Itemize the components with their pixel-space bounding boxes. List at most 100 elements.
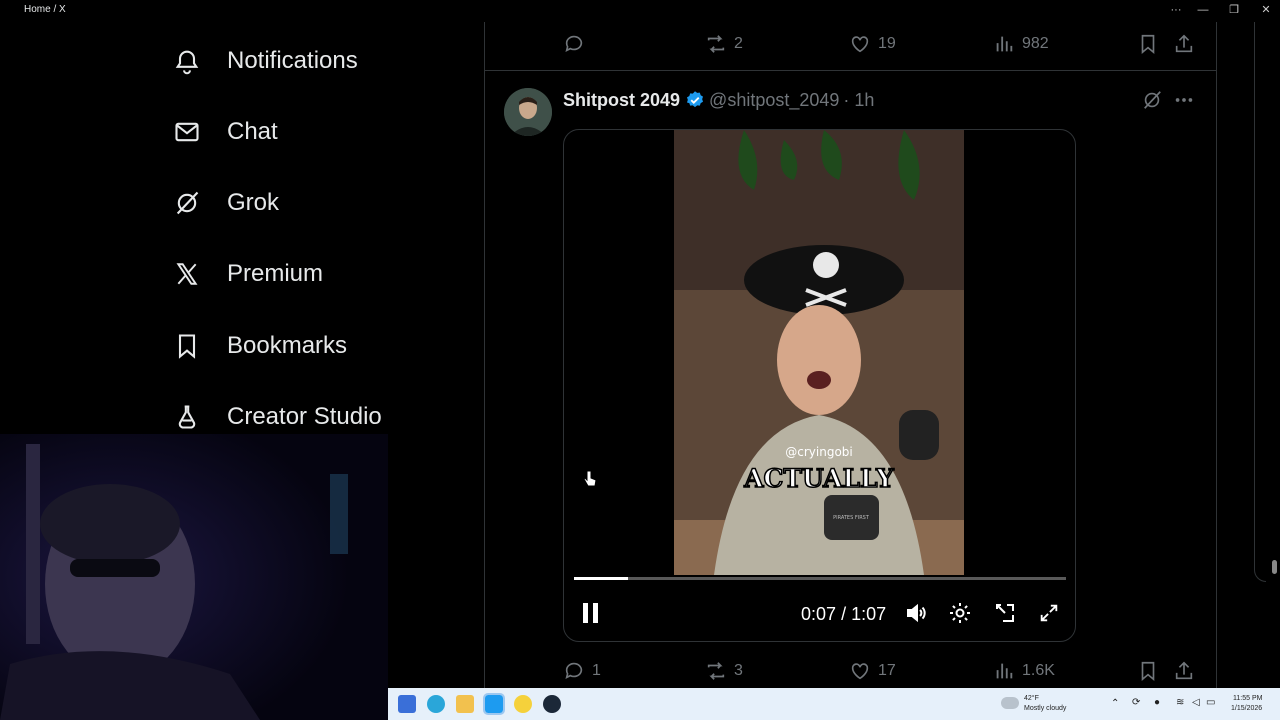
post-time[interactable]: · 1h [843,90,874,111]
avatar[interactable] [504,88,552,136]
share-icon [1173,33,1195,55]
reply-icon [563,33,585,55]
bookmark-button[interactable] [1137,660,1159,682]
clock-date[interactable]: 1/15/2026 [1231,704,1262,713]
weather-temp[interactable]: 42°F [1024,694,1039,703]
picture-in-picture-button[interactable] [992,600,1018,630]
wifi-icon[interactable]: ≋ [1176,698,1184,708]
bookmark-button[interactable] [1137,33,1159,55]
views-count: 1.6K [1022,662,1055,679]
fullscreen-button[interactable] [1036,600,1062,630]
webcam-overlay [0,434,388,720]
grok-icon [172,188,202,218]
post-divider [485,70,1216,71]
feed-border-left [484,22,485,690]
x-logo-icon [172,259,202,289]
video-overlay-caption: ACTUALLY [743,464,895,493]
more-dots-icon [1173,89,1195,111]
sidebar-item-label: Bookmarks [227,332,348,359]
sidebar-item-grok[interactable]: Grok [172,181,279,225]
share-button[interactable] [1173,660,1195,682]
share-icon [1173,660,1195,682]
repost-button[interactable]: 3 [705,660,743,682]
sidebar-item-creator-studio[interactable]: Creator Studio [172,395,382,439]
pause-button[interactable] [578,600,604,630]
weather-cloud-icon[interactable] [1001,697,1019,709]
views-icon [993,660,1015,682]
reply-button[interactable] [563,33,592,55]
video-progress-bar[interactable] [574,577,1066,580]
more-options-button[interactable] [1173,89,1195,111]
sync-icon[interactable]: ⟳ [1132,698,1140,708]
volume-button[interactable] [903,600,929,630]
maximize-button[interactable]: ❐ [1222,2,1246,18]
video-player[interactable]: PIRATES FIRST @cryingobi ACTUALLY 0:07 /… [563,129,1076,642]
edge-browser-icon[interactable] [427,695,445,713]
author-handle[interactable]: @shitpost_2049 [709,90,839,111]
like-button[interactable]: 17 [849,660,896,682]
repost-icon [705,33,727,55]
heart-icon [849,33,871,55]
window-title: Home / X [24,4,66,15]
flask-icon [172,402,202,432]
minimize-button[interactable]: — [1191,2,1215,18]
reply-button[interactable]: 1 [563,660,601,682]
grok-explain-button[interactable] [1141,89,1163,111]
grok-icon [1141,89,1163,111]
bookmark-icon [1137,660,1159,682]
settings-button[interactable] [947,600,973,630]
file-explorer-icon[interactable] [456,695,474,713]
like-count: 17 [878,662,896,679]
weather-desc[interactable]: Mostly cloudy [1024,704,1066,713]
microphone-icon[interactable]: ● [1154,698,1160,708]
gear-icon [948,601,972,630]
video-time-separator: / [841,604,847,624]
right-panel-edge [1254,22,1266,582]
video-overlay-handle: @cryingobi [785,445,852,459]
sidebar-item-bookmarks[interactable]: Bookmarks [172,324,347,368]
sidebar-item-label: Grok [227,189,280,216]
post-author: Shitpost 2049 @shitpost_2049 · 1h [563,89,874,111]
sticky-app-icon[interactable] [514,695,532,713]
views-icon [993,33,1015,55]
reply-count: 1 [592,662,601,679]
video-progress-fill [574,577,628,580]
repost-button[interactable]: 2 [705,33,743,55]
scrollbar[interactable] [1268,22,1280,690]
clock-time[interactable]: 11:55 PM [1233,694,1262,703]
views-button[interactable]: 982 [993,33,1049,55]
views-count: 982 [1022,35,1049,52]
taskbar: 42°F Mostly cloudy ⌃ ⟳ ● ≋ ◁ ▭ 11:55 PM … [388,688,1280,720]
like-count: 19 [878,35,896,52]
more-window-button[interactable]: ··· [1164,2,1188,18]
views-button[interactable]: 1.6K [993,660,1055,682]
video-duration: 1:07 [851,604,887,624]
repost-count: 3 [734,662,743,679]
scrollbar-thumb[interactable] [1272,560,1277,574]
mail-icon [172,117,202,147]
sidebar-item-chat[interactable]: Chat [172,110,278,154]
video-current-time: 0:07 [801,604,837,624]
bookmark-icon [172,331,202,361]
steam-icon[interactable] [543,695,561,713]
pip-icon [993,601,1017,630]
sidebar-item-notifications[interactable]: Notifications [172,39,358,83]
sidebar-item-premium[interactable]: Premium [172,252,323,296]
sidebar-item-label: Creator Studio [227,403,382,430]
expand-icon [1038,602,1060,629]
video-frame: PIRATES FIRST @cryingobi ACTUALLY [674,130,964,575]
verified-badge-icon [685,90,705,110]
like-button[interactable]: 19 [849,33,896,55]
calculator-icon[interactable] [398,695,416,713]
x-app-icon[interactable] [483,693,505,715]
battery-icon[interactable]: ▭ [1206,698,1215,708]
bookmark-icon [1137,33,1159,55]
sidebar-item-label: Premium [227,260,324,287]
video-time: 0:07 / 1:07 [801,604,886,625]
share-button[interactable] [1173,33,1195,55]
chevron-up-icon[interactable]: ⌃ [1111,699,1119,709]
author-name[interactable]: Shitpost 2049 [563,90,680,111]
speaker-icon[interactable]: ◁ [1192,698,1200,708]
close-button[interactable]: ✕ [1254,2,1278,18]
feed-border-right [1216,22,1217,690]
